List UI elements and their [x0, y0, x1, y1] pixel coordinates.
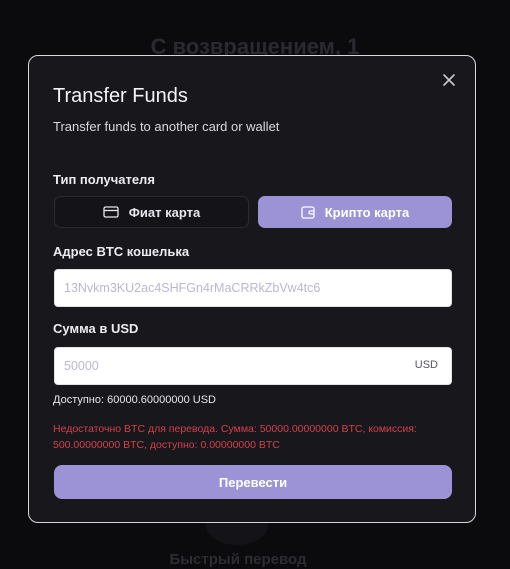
- dialog-subtitle: Transfer funds to another card or wallet: [53, 119, 280, 134]
- background-quick-transfer-label: Быстрый перевод: [169, 551, 307, 568]
- transfer-funds-dialog: Transfer Funds Transfer funds to another…: [28, 55, 476, 523]
- transfer-submit-button[interactable]: Перевести: [54, 465, 452, 499]
- fiat-card-option[interactable]: Фиат карта: [54, 196, 249, 228]
- amount-usd-label: Сумма в USD: [53, 321, 139, 336]
- available-balance: Доступно: 60000.60000000 USD: [53, 394, 216, 406]
- crypto-card-label: Крипто карта: [324, 204, 410, 220]
- insufficient-funds-error: Недостаточно BTC для перевода. Сумма: 50…: [53, 423, 417, 451]
- fiat-card-label: Фиат карта: [128, 204, 201, 220]
- wallet-address-input[interactable]: [54, 269, 452, 307]
- credit-card-icon: [103, 206, 119, 218]
- close-icon: [443, 74, 455, 86]
- close-button[interactable]: [441, 72, 457, 88]
- wallet-address-label: Адрес BTC кошелька: [53, 244, 190, 259]
- dialog-title: Transfer Funds: [53, 85, 188, 107]
- wallet-icon: [301, 205, 315, 219]
- amount-usd-input[interactable]: [54, 347, 452, 385]
- recipient-type-label: Тип получателя: [53, 172, 155, 187]
- crypto-card-option[interactable]: Крипто карта: [258, 196, 452, 228]
- amount-currency-suffix: USD: [414, 359, 438, 371]
